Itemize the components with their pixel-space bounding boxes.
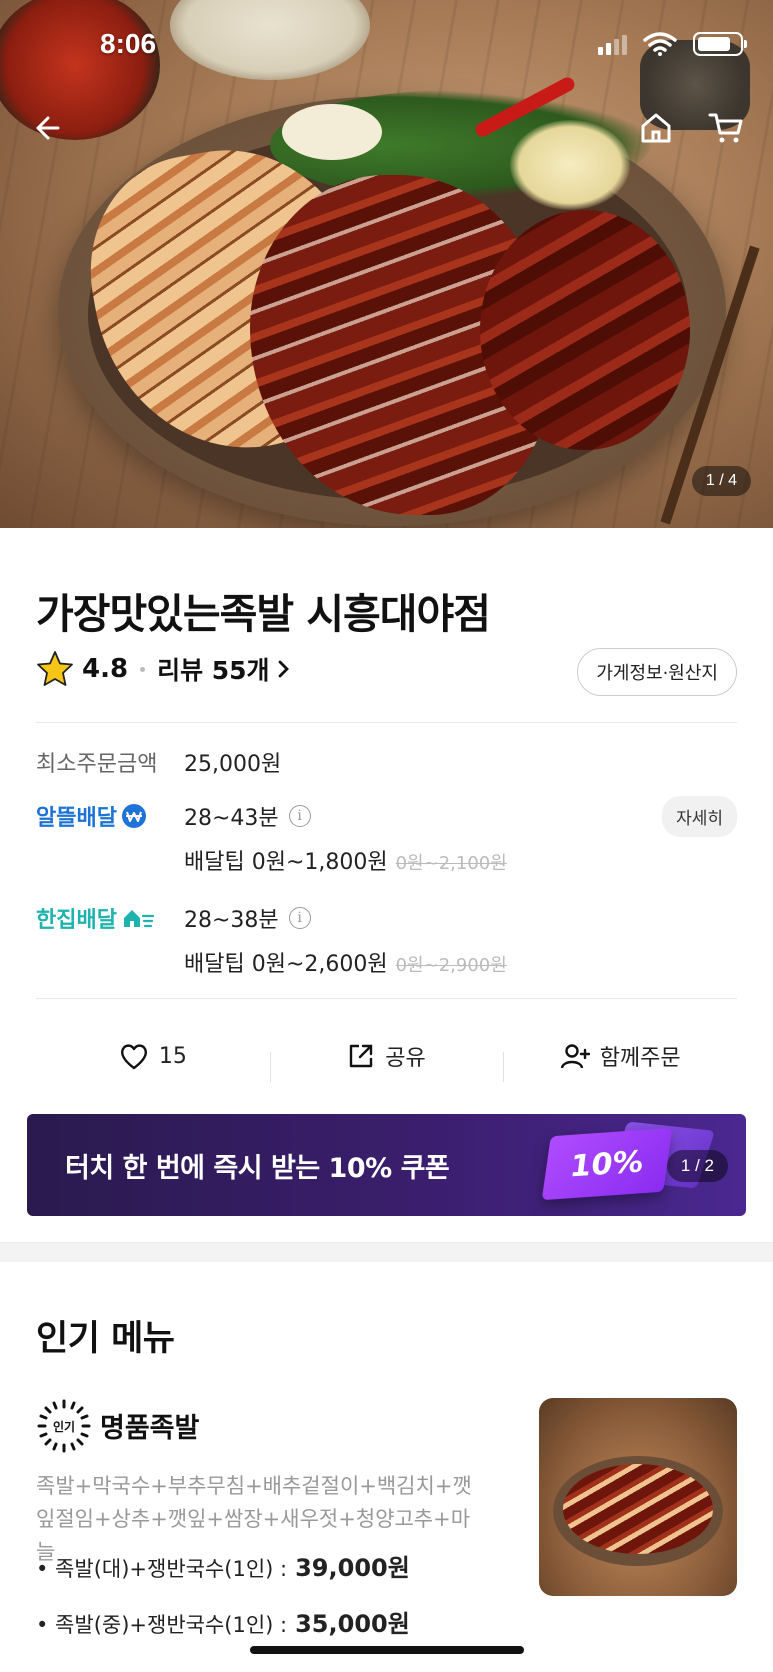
option-price: 39,000원 bbox=[295, 1554, 410, 1582]
group-order-button[interactable]: 함께주문 bbox=[503, 1040, 737, 1082]
battery-icon bbox=[693, 32, 747, 56]
delivery-detail-button[interactable]: 자세히 bbox=[662, 796, 737, 837]
wifi-icon bbox=[643, 32, 677, 56]
delivery-tip-single: 배달팁 0원~2,600원 0원~2,900원 bbox=[184, 946, 507, 978]
popular-badge: 인기 bbox=[36, 1398, 92, 1454]
review-link[interactable]: 리뷰 55개 bbox=[157, 651, 290, 687]
delivery-type-budget: 알뜰배달 bbox=[36, 800, 147, 832]
action-bar: 15 공유 함께주문 bbox=[36, 1028, 737, 1084]
delivery-type-single: 한집배달 bbox=[36, 902, 155, 934]
home-icon bbox=[641, 113, 671, 143]
share-button[interactable]: 공유 bbox=[269, 1040, 504, 1082]
home-indicator[interactable] bbox=[250, 1646, 524, 1654]
delivery-time: 28~43분 bbox=[184, 806, 279, 831]
rating-row: 4.8 리뷰 55개 bbox=[36, 650, 290, 688]
info-icon[interactable]: i bbox=[288, 907, 311, 929]
option-label: • 족발(대)+쟁반국수(1인) : bbox=[36, 1557, 288, 1581]
home-button[interactable] bbox=[634, 106, 678, 150]
signal-icon bbox=[598, 33, 627, 55]
house-speed-icon bbox=[123, 910, 155, 928]
separator-dot bbox=[140, 666, 146, 672]
store-info-button[interactable]: 가게정보·원산지 bbox=[577, 648, 737, 696]
delivery-time-budget: 28~43분 i bbox=[184, 800, 311, 832]
status-time: 8:06 bbox=[100, 28, 157, 59]
delivery-type-label: 한집배달 bbox=[36, 908, 117, 933]
delivery-tip-budget: 배달팁 0원~1,800원 0원~2,100원 bbox=[184, 844, 507, 876]
jokbal-knuckle bbox=[480, 210, 690, 450]
coupon-text: 터치 한 번에 즉시 받는 10% 쿠폰 bbox=[65, 1153, 450, 1184]
divider bbox=[36, 998, 737, 999]
store-name: 가장맛있는족발 시흥대야점 bbox=[36, 590, 491, 638]
delivery-time-single: 28~38분 i bbox=[184, 902, 311, 934]
chevron-right-icon bbox=[278, 660, 289, 678]
group-order-label: 함께주문 bbox=[599, 1046, 681, 1071]
rating-value: 4.8 bbox=[82, 654, 129, 684]
delivery-time: 28~38분 bbox=[184, 908, 279, 933]
menu-name: 명품족발 bbox=[100, 1413, 200, 1444]
divider bbox=[36, 722, 737, 723]
popular-menu-title: 인기 메뉴 bbox=[36, 1319, 175, 1359]
garlic-garnish bbox=[282, 104, 382, 160]
share-icon bbox=[350, 1044, 373, 1068]
arrow-left-icon bbox=[36, 116, 60, 140]
coupon-ticket-icon: 10% bbox=[541, 1127, 673, 1201]
add-user-icon bbox=[560, 1044, 590, 1069]
delivery-tip: 배달팁 0원~1,800원 bbox=[184, 850, 388, 875]
back-button[interactable] bbox=[24, 106, 68, 150]
store-hero-image[interactable]: 8:06 1 / 4 bbox=[0, 0, 773, 528]
menu-option: • 족발(대)+쟁반국수(1인) : 39,000원 bbox=[36, 1548, 410, 1583]
review-count: 리뷰 55개 bbox=[157, 656, 270, 685]
delivery-type-label: 알뜰배달 bbox=[36, 806, 117, 831]
like-button[interactable]: 15 bbox=[36, 1042, 270, 1070]
heart-icon bbox=[120, 1044, 147, 1070]
sprouts-garnish bbox=[510, 120, 630, 210]
original-tip: 0원~2,100원 bbox=[395, 853, 507, 874]
min-order-label: 최소주문금액 bbox=[36, 752, 158, 777]
share-label: 공유 bbox=[385, 1046, 426, 1071]
menu-option: • 족발(중)+쟁반국수(1인) : 35,000원 bbox=[36, 1604, 410, 1639]
original-tip: 0원~2,900원 bbox=[395, 955, 507, 976]
menu-item[interactable]: 인기 명품족발 족발+막국수+부추무침+배추겉절이+백김치+깻잎절임+상추+깻잎… bbox=[36, 1398, 737, 1638]
coupon-banner[interactable]: 터치 한 번에 즉시 받는 10% 쿠폰 10% 1 / 2 bbox=[27, 1114, 746, 1216]
status-icons bbox=[598, 32, 747, 56]
coupon-pager: 1 / 2 bbox=[666, 1150, 728, 1182]
option-label: • 족발(중)+쟁반국수(1인) : bbox=[36, 1613, 288, 1637]
section-divider bbox=[0, 1242, 773, 1262]
like-count: 15 bbox=[158, 1043, 187, 1069]
coupon-percent: 10% bbox=[569, 1144, 645, 1184]
star-icon bbox=[37, 651, 73, 686]
option-price: 35,000원 bbox=[295, 1610, 410, 1638]
cart-button[interactable] bbox=[704, 106, 748, 150]
photo-counter: 1 / 4 bbox=[691, 466, 751, 496]
menu-thumbnail bbox=[539, 1398, 737, 1596]
delivery-tip: 배달팁 0원~2,600원 bbox=[184, 952, 388, 977]
cart-icon bbox=[708, 113, 743, 143]
min-order-value: 25,000원 bbox=[184, 752, 282, 777]
info-icon[interactable]: i bbox=[288, 805, 311, 827]
won-badge-icon bbox=[121, 804, 146, 828]
popular-badge-label: 인기 bbox=[52, 1419, 76, 1434]
